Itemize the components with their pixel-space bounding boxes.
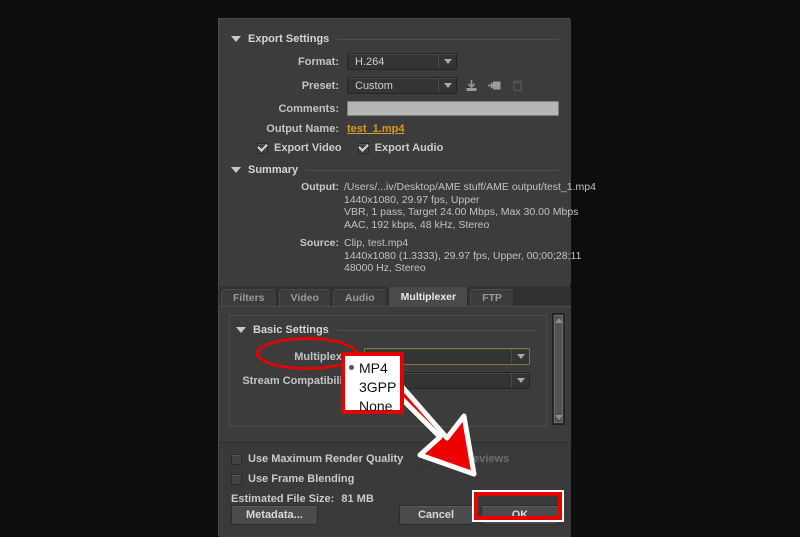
dropdown-option-3gpp[interactable]: 3GPP (349, 377, 400, 396)
screenshot-root: Export Settings Format: H.264 Preset: Cu… (0, 0, 800, 537)
selected-radio-icon (349, 365, 354, 370)
dropdown-option-label: 3GPP (359, 378, 397, 395)
multiplexer-dropdown-popup[interactable]: MP4 3GPP None (341, 352, 404, 414)
dropdown-option-mp4[interactable]: MP4 (349, 358, 400, 377)
annotation-arrow (372, 362, 477, 477)
dropdown-option-label: MP4 (359, 359, 388, 376)
dropdown-option-label: None (359, 397, 393, 414)
dropdown-option-none[interactable]: None (349, 396, 400, 415)
